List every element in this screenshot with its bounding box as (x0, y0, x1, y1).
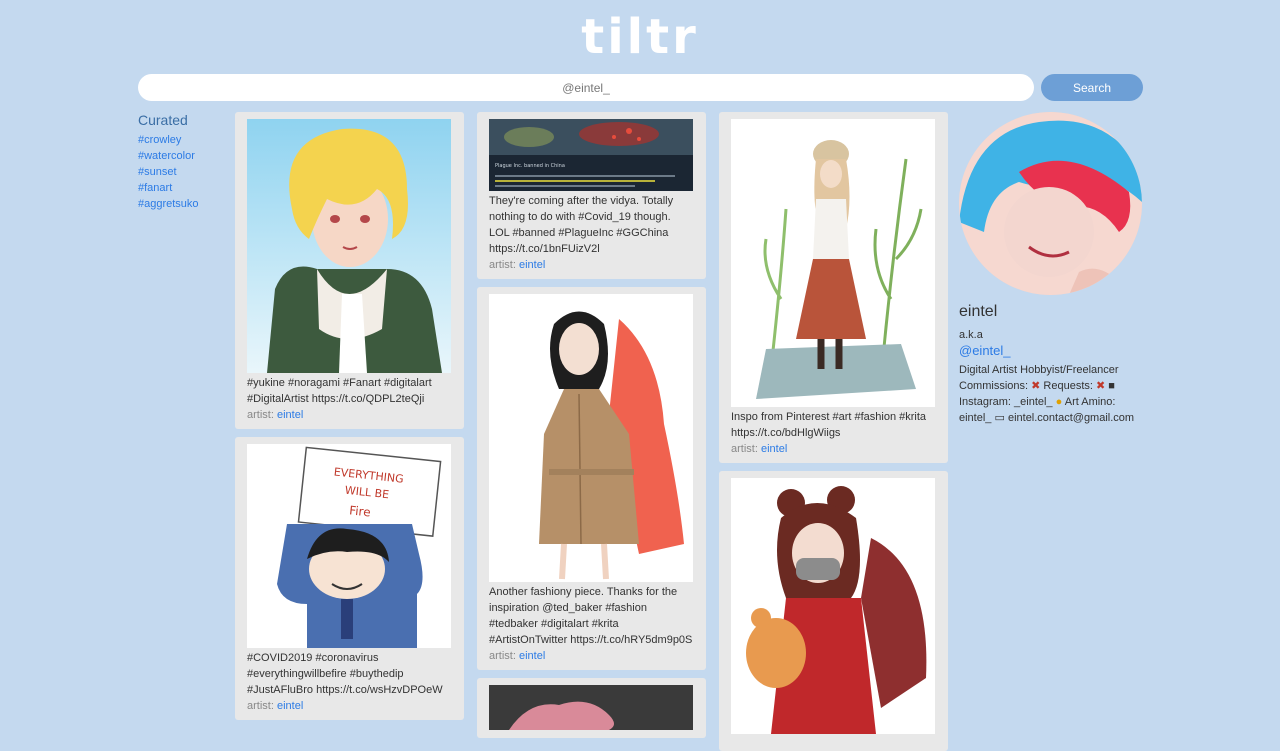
profile-aka: a.k.a (959, 329, 983, 341)
post-artist: artist: eintel (731, 443, 788, 455)
bio-line-4: eintel_ ▭ eintel.contact@gmail.com (959, 412, 1135, 424)
sign-text-line3: Fire (349, 503, 372, 519)
artist-link[interactable]: eintel (277, 700, 303, 712)
profile-handle-link[interactable]: @eintel_ (959, 343, 1149, 358)
profile-name: eintel (959, 303, 998, 320)
bio-line-1: Digital Artist Hobbyist/Freelancer (959, 364, 1119, 376)
search-input[interactable] (138, 74, 1034, 101)
curated-tag-watercolor[interactable]: #watercolor (138, 148, 228, 164)
post-card-yukine[interactable]: #yukine #noragami #Fanart #digitalart #D… (235, 112, 464, 429)
post-image[interactable] (489, 294, 693, 582)
post-image[interactable] (731, 478, 935, 734)
app-logo[interactable]: tiltr (0, 6, 1280, 68)
profile-avatar[interactable] (959, 112, 1142, 295)
curated-tag-sunset[interactable]: #sunset (138, 164, 228, 180)
post-artist: artist: eintel (489, 259, 546, 271)
post-caption: Inspo from Pinterest #art #fashion #krit… (731, 411, 927, 439)
post-card-redress[interactable] (719, 471, 948, 751)
curated-sidebar: Curated #crowley #watercolor #sunset #fa… (138, 112, 228, 212)
bio-line-2: Commissions: ✖ Requests: ✖ ■ (959, 380, 1115, 392)
artist-link[interactable]: eintel (277, 409, 303, 421)
palette-icon: ● (1055, 396, 1063, 408)
cross-mark-icon: ✖ (1031, 380, 1041, 392)
post-caption: Another fashiony piece. Thanks for the i… (489, 586, 693, 646)
envelope-icon: ▭ (994, 412, 1005, 424)
search-button[interactable]: Search (1041, 74, 1143, 101)
image-headline: Plague Inc. banned in China (495, 163, 565, 169)
bio-line-3: Instagram: _eintel_ ● Art Amino: (959, 396, 1116, 408)
post-caption: #yukine #noragami #Fanart #digitalart #D… (247, 377, 432, 405)
post-image[interactable] (489, 685, 693, 730)
post-card-fashion[interactable]: Another fashiony piece. Thanks for the i… (477, 287, 706, 670)
post-image[interactable]: Plague Inc. banned in China (489, 119, 693, 191)
artist-link[interactable]: eintel (761, 443, 787, 455)
post-image[interactable] (731, 119, 935, 407)
camera-icon: ■ (1108, 380, 1115, 392)
post-artist: artist: eintel (489, 650, 546, 662)
profile-panel: eintel a.k.a @eintel_ Digital Artist Hob… (959, 112, 1149, 426)
post-caption: They're coming after the vidya. Totally … (489, 195, 674, 255)
profile-bio: Digital Artist Hobbyist/Freelancer Commi… (959, 362, 1149, 426)
curated-tag-crowley[interactable]: #crowley (138, 132, 228, 148)
post-artist: artist: eintel (247, 409, 304, 421)
artist-link[interactable]: eintel (519, 259, 545, 271)
post-card-covid[interactable]: EVERYTHING WILL BE Fire #COVID2019 #coro… (235, 437, 464, 720)
artist-link[interactable]: eintel (519, 650, 545, 662)
curated-title: Curated (138, 112, 188, 128)
post-card-plague[interactable]: Plague Inc. banned in China They're comi… (477, 112, 706, 279)
curated-tag-aggretsuko[interactable]: #aggretsuko (138, 196, 228, 212)
post-card-pinterest[interactable]: Inspo from Pinterest #art #fashion #krit… (719, 112, 948, 463)
post-card-partial[interactable] (477, 678, 706, 738)
post-image[interactable]: EVERYTHING WILL BE Fire (247, 444, 451, 648)
post-caption: #COVID2019 #coronavirus #everythingwillb… (247, 652, 443, 696)
post-artist: artist: eintel (247, 700, 304, 712)
curated-tag-fanart[interactable]: #fanart (138, 180, 228, 196)
cross-mark-icon: ✖ (1096, 380, 1106, 392)
post-image[interactable] (247, 119, 451, 373)
